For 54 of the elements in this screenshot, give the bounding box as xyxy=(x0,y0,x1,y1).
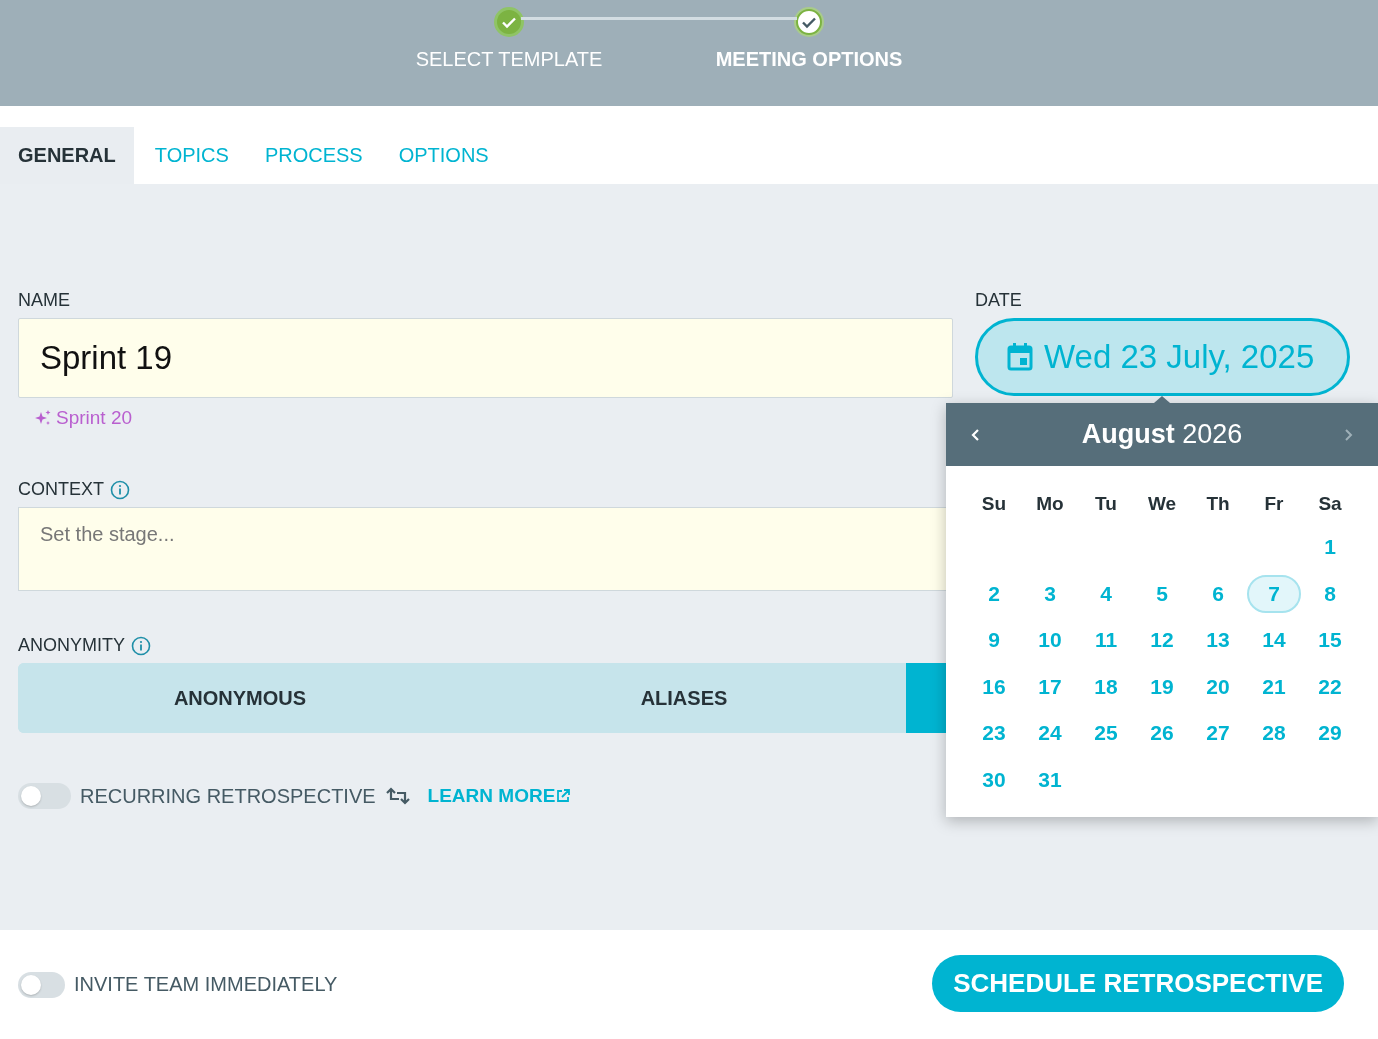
calendar-day[interactable]: 14 xyxy=(1246,617,1302,664)
calendar-day[interactable]: 27 xyxy=(1190,710,1246,757)
calendar-day[interactable]: 30 xyxy=(966,756,1022,803)
repeat-icon xyxy=(384,786,411,806)
tab[interactable]: TOPICS xyxy=(136,127,247,184)
calendar-day[interactable]: 10 xyxy=(1022,617,1078,664)
calendar-day[interactable]: 25 xyxy=(1078,710,1134,757)
field-label: CONTEXT xyxy=(18,479,104,500)
tab[interactable]: GENERAL xyxy=(0,127,134,184)
calendar-day[interactable]: 18 xyxy=(1078,663,1134,710)
toggle-label: INVITE TEAM IMMEDIATELY xyxy=(74,973,338,996)
calendar-icon xyxy=(1006,342,1034,372)
step-label: SELECT TEMPLATE xyxy=(415,48,603,71)
calendar-day[interactable]: 11 xyxy=(1078,617,1134,664)
calendar-day[interactable]: 22 xyxy=(1302,663,1358,710)
calendar-day[interactable]: 12 xyxy=(1134,617,1190,664)
name-suggestion[interactable]: Sprint 20 xyxy=(56,407,133,429)
calendar-day[interactable]: 23 xyxy=(966,710,1022,757)
toggle-label: RECURRING RETROSPECTIVE xyxy=(80,784,376,808)
field-label: NAME xyxy=(18,290,71,311)
schedule-button[interactable]: SCHEDULE RETROSPECTIVE xyxy=(932,955,1344,1012)
info-icon[interactable] xyxy=(131,635,151,656)
external-link-icon xyxy=(555,788,572,804)
calendar-day[interactable]: 17 xyxy=(1022,663,1078,710)
calendar-day[interactable]: 16 xyxy=(966,663,1022,710)
chevron-right-icon xyxy=(1342,426,1354,443)
calendar-day[interactable]: 13 xyxy=(1190,617,1246,664)
field-label: DATE xyxy=(975,290,1023,311)
toggle-switch[interactable] xyxy=(18,971,65,998)
check-icon xyxy=(793,6,825,38)
field-label: ANONYMITY xyxy=(18,635,125,656)
chevron-left-icon xyxy=(970,426,982,443)
step-label: MEETING OPTIONS xyxy=(715,48,903,71)
calendar-day[interactable]: 9 xyxy=(966,617,1022,664)
tab[interactable]: PROCESS xyxy=(246,127,381,184)
calendar-day[interactable]: 24 xyxy=(1022,710,1078,757)
calendar-day[interactable]: 26 xyxy=(1134,710,1190,757)
tab[interactable]: OPTIONS xyxy=(380,127,507,184)
calendar-day[interactable]: 28 xyxy=(1246,710,1302,757)
info-icon[interactable] xyxy=(110,479,130,500)
date-button[interactable]: Wed 23 July, 2025 xyxy=(975,318,1350,396)
calendar-day[interactable]: 21 xyxy=(1246,663,1302,710)
calendar-day[interactable]: 29 xyxy=(1302,710,1358,757)
check-icon xyxy=(493,6,525,38)
calendar-day[interactable]: 20 xyxy=(1190,663,1246,710)
calendar-day[interactable]: 31 xyxy=(1022,756,1078,803)
month-title: August 2026 xyxy=(1081,419,1243,450)
name-field[interactable]: Sprint 19 xyxy=(18,318,953,398)
toggle-switch[interactable] xyxy=(18,783,71,809)
calendar-day[interactable]: 1 xyxy=(1302,524,1358,571)
calendar-day[interactable]: 15 xyxy=(1302,617,1358,664)
calendar-day[interactable]: 19 xyxy=(1134,663,1190,710)
sparkle-icon xyxy=(34,409,52,427)
learn-more-link[interactable]: LEARN MORE xyxy=(427,785,572,807)
